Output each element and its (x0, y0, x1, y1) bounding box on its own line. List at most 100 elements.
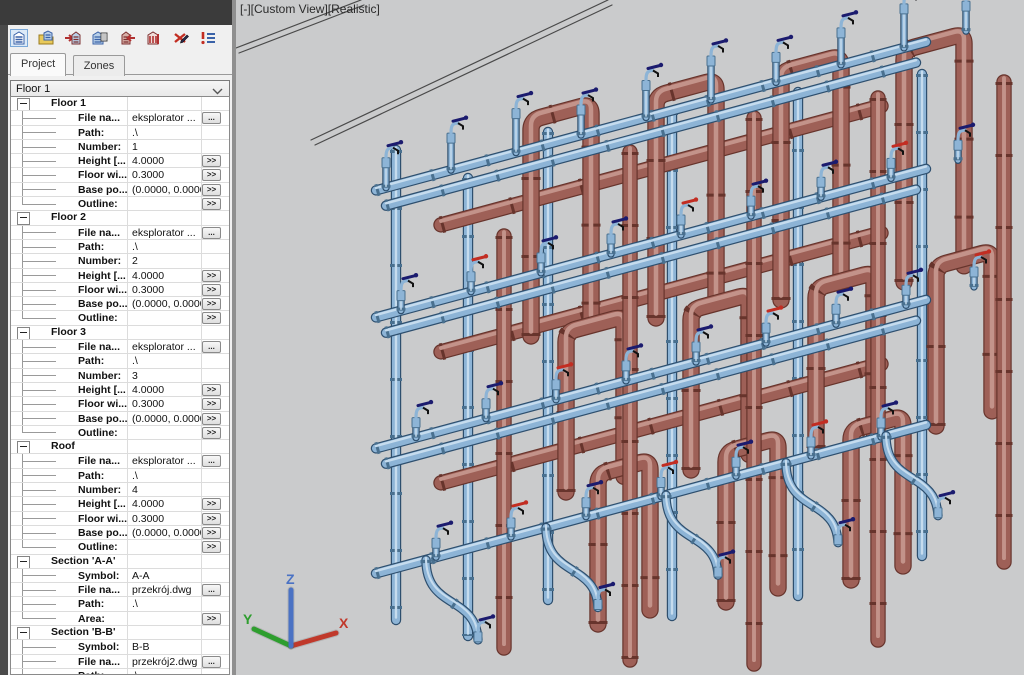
property-value[interactable]: 4 (127, 483, 201, 496)
drawing-viewport[interactable]: [-][Custom View][Realistic] ZXY (236, 0, 1024, 675)
property-value[interactable]: 4.0000 (127, 497, 201, 510)
expand-button[interactable]: >> (202, 541, 221, 553)
expand-button[interactable]: >> (202, 613, 221, 625)
property-value[interactable]: .\ (127, 240, 201, 253)
browse-button[interactable]: ... (202, 455, 221, 467)
property-value[interactable]: .\ (127, 669, 201, 675)
viewport-controls-label[interactable]: [-][Custom View][Realistic] (240, 2, 380, 16)
collapse-toggle[interactable] (17, 627, 30, 639)
project-tree[interactable]: Floor 1 File na... eksplorator ...... Path:… (10, 96, 230, 675)
expand-button[interactable]: >> (202, 527, 221, 539)
panel-titlebar[interactable] (0, 0, 232, 25)
property-value[interactable]: (0.0000, 0.0000 (127, 526, 201, 539)
property-label: File na... (78, 656, 120, 668)
property-value[interactable]: (0.0000, 0.0000 (127, 297, 201, 310)
building-properties-button[interactable] (91, 29, 109, 47)
expand-button[interactable]: >> (202, 498, 221, 510)
expand-button[interactable]: >> (202, 155, 221, 167)
property-value[interactable]: eksplorator ... (127, 226, 201, 239)
property-value[interactable]: 0.3000 (127, 397, 201, 410)
property-value[interactable]: eksplorator ... (127, 454, 201, 467)
browse-button[interactable]: ... (202, 656, 221, 668)
property-value[interactable]: eksplorator ... (127, 340, 201, 353)
faucet-icon (762, 305, 783, 333)
panel-docking-strip[interactable] (0, 0, 8, 675)
browse-button[interactable]: ... (202, 584, 221, 596)
property-value[interactable]: 4.0000 (127, 154, 201, 167)
expand-button[interactable]: >> (202, 513, 221, 525)
expand-button[interactable]: >> (202, 270, 221, 282)
collapse-toggle[interactable] (17, 327, 30, 339)
property-value[interactable]: 0.3000 (127, 512, 201, 525)
expand-button[interactable]: >> (202, 413, 221, 425)
property-label: Height [... (78, 384, 126, 396)
expand-button[interactable]: >> (202, 198, 221, 210)
expand-button[interactable]: >> (202, 169, 221, 181)
building-structure-button[interactable] (145, 29, 163, 47)
property-label: File na... (78, 584, 120, 596)
browse-button[interactable]: ... (202, 341, 221, 353)
collapse-toggle[interactable] (17, 441, 30, 453)
tab-project[interactable]: Project (10, 53, 66, 76)
property-value[interactable]: 0.3000 (127, 283, 201, 296)
property-value[interactable]: przekrój2.dwg (127, 655, 201, 668)
property-value[interactable]: (0.0000, 0.0000 (127, 183, 201, 196)
property-value[interactable]: 4.0000 (127, 269, 201, 282)
expand-button[interactable]: >> (202, 384, 221, 396)
tree-row: Number:3 (11, 369, 229, 383)
expand-button[interactable]: >> (202, 184, 221, 196)
project-toolbar (8, 25, 232, 51)
import-building-button[interactable] (64, 29, 82, 47)
svg-text:Y: Y (243, 611, 253, 627)
property-label: Path: (78, 355, 104, 367)
property-value[interactable] (127, 426, 201, 439)
property-value[interactable]: .\ (127, 597, 201, 610)
property-value[interactable]: 2 (127, 254, 201, 267)
collapse-toggle[interactable] (17, 98, 30, 110)
expand-button[interactable]: >> (202, 398, 221, 410)
element-list-button[interactable] (199, 29, 217, 47)
property-value[interactable]: 0.3000 (127, 168, 201, 181)
tree-row: Height [...4.0000>> (11, 497, 229, 511)
property-value[interactable]: A-A (127, 569, 201, 582)
property-label: Path: (78, 670, 104, 675)
property-label: File na... (78, 227, 120, 239)
collapse-toggle[interactable] (17, 556, 30, 568)
expand-button[interactable]: >> (202, 298, 221, 310)
tree-row: File na... eksplorator ...... (11, 226, 229, 240)
drawing-canvas[interactable]: ZXY (236, 0, 1024, 675)
property-value[interactable] (127, 197, 201, 210)
property-value[interactable] (127, 311, 201, 324)
faucet-icon (707, 38, 728, 66)
property-value[interactable]: .\ (127, 469, 201, 482)
group-label: Floor 1 (51, 97, 86, 109)
tree-row: Floor wi...0.3000>> (11, 283, 229, 297)
export-building-button[interactable] (118, 29, 136, 47)
property-value[interactable]: (0.0000, 0.0000 (127, 412, 201, 425)
tab-zones[interactable]: Zones (73, 55, 126, 76)
property-value[interactable]: 3 (127, 369, 201, 382)
edit-marks-button[interactable] (172, 29, 190, 47)
property-value[interactable] (127, 612, 201, 625)
expand-button[interactable]: >> (202, 284, 221, 296)
tree-row: Number:1 (11, 140, 229, 154)
property-value[interactable] (127, 540, 201, 553)
property-label: Symbol: (78, 641, 119, 653)
group-label: Section 'A-A' (51, 555, 116, 567)
collapse-toggle[interactable] (17, 212, 30, 224)
property-value[interactable]: eksplorator ... (127, 111, 201, 124)
browse-button[interactable]: ... (202, 112, 221, 124)
new-project-button[interactable] (10, 29, 28, 47)
property-value[interactable]: B-B (127, 640, 201, 653)
browse-button[interactable]: ... (202, 227, 221, 239)
open-project-button[interactable] (37, 29, 55, 47)
property-value[interactable]: 4.0000 (127, 383, 201, 396)
expand-button[interactable]: >> (202, 427, 221, 439)
property-label: File na... (78, 341, 120, 353)
expand-button[interactable]: >> (202, 312, 221, 324)
property-value[interactable]: .\ (127, 126, 201, 139)
property-value[interactable]: .\ (127, 354, 201, 367)
tree-row: Base po...(0.0000, 0.0000>> (11, 297, 229, 311)
property-value[interactable]: przekrój.dwg (127, 583, 201, 596)
property-value[interactable]: 1 (127, 140, 201, 153)
